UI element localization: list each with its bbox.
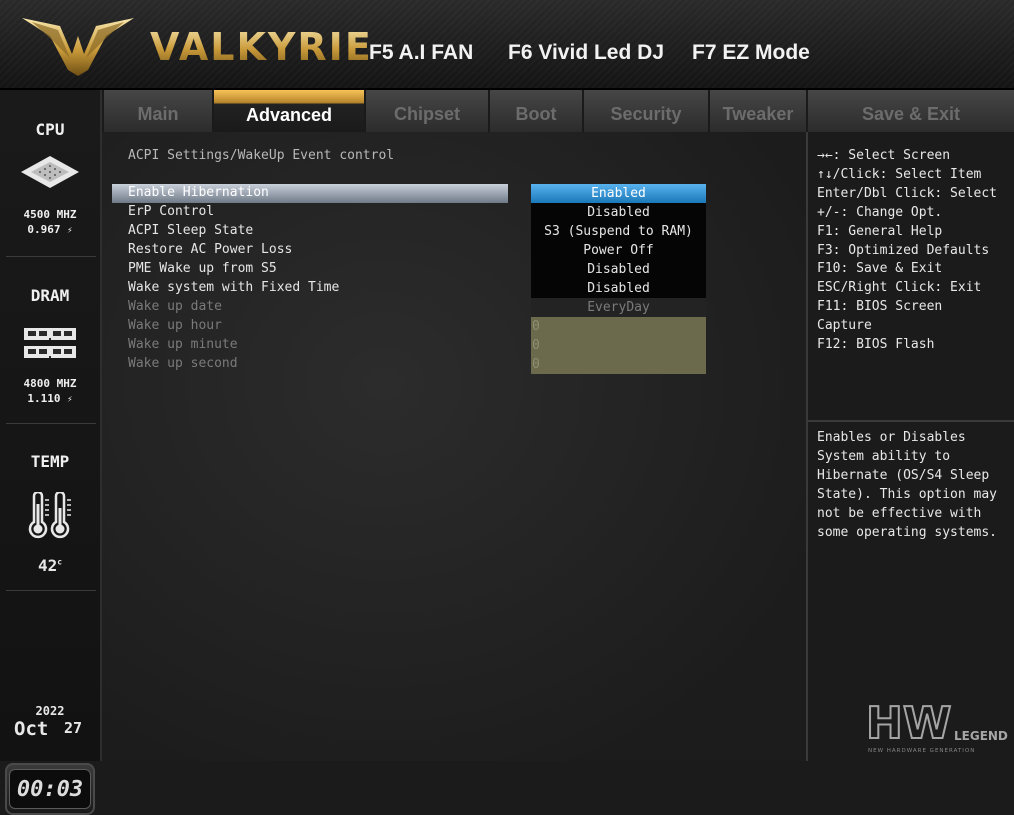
setting-label: Restore AC Power Loss	[128, 242, 293, 257]
dram-voltage-row: 1.110 ⚡	[0, 391, 100, 408]
setting-value-selector[interactable]: Disabled	[531, 260, 706, 279]
setting-row-wake-up-second: Wake up second 0	[112, 355, 808, 374]
tab-main[interactable]: Main	[102, 90, 212, 132]
ai-fan-hotkey[interactable]: F5 A.I FAN	[369, 41, 473, 65]
tab-label: Tweaker	[722, 103, 794, 124]
tab-label: Security	[610, 103, 682, 124]
voltage-bolt-icon: ⚡	[67, 395, 73, 405]
setting-label: PME Wake up from S5	[128, 261, 277, 276]
temperature-value: 42	[37, 556, 58, 575]
watermark-mark: HW	[866, 698, 951, 749]
setting-row-wake-up-hour: Wake up hour 0	[112, 317, 808, 336]
setting-row-restore-ac-power-loss[interactable]: Restore AC Power Loss Power Off	[112, 241, 808, 260]
setting-value-field: 0	[531, 317, 706, 336]
key-help-item: ESC/Right Click: Exit	[817, 280, 982, 296]
setting-value-selector[interactable]: Disabled	[531, 279, 706, 298]
date-day: 27	[64, 719, 83, 737]
cpu-voltage-row: 0.967 ⚡	[0, 222, 100, 239]
key-help-item: Capture	[817, 318, 872, 334]
tab-security[interactable]: Security	[582, 90, 708, 132]
tab-label: Save & Exit	[861, 103, 961, 124]
tab-boot[interactable]: Boot	[488, 90, 582, 132]
key-help-item: +/-: Change Opt.	[817, 204, 943, 220]
setting-label: ErP Control	[128, 204, 215, 219]
temp-title: TEMP	[30, 452, 70, 471]
item-help-description: Enables or Disables System ability to Hi…	[817, 430, 998, 540]
tab-save-exit[interactable]: Save & Exit	[806, 90, 1014, 132]
panel-divider	[6, 590, 96, 591]
key-help-item: F11: BIOS Screen	[817, 299, 943, 315]
setting-value-field: 0	[531, 336, 706, 355]
tab-label: Boot	[515, 103, 557, 124]
dram-title: DRAM	[30, 286, 70, 305]
tab-advanced[interactable]: Advanced	[212, 90, 364, 132]
setting-label: Wake up date	[128, 299, 222, 314]
setting-value-selector[interactable]: Enabled	[531, 184, 706, 203]
panel-divider	[6, 423, 96, 424]
key-help-list: →←: Select Screen ↑↓/Click: Select Item …	[817, 147, 997, 355]
tab-chipset[interactable]: Chipset	[364, 90, 488, 132]
tab-tweaker[interactable]: Tweaker	[708, 90, 806, 132]
ez-mode-hotkey[interactable]: F7 EZ Mode	[692, 41, 810, 65]
thermometer-icon	[28, 492, 71, 539]
setting-row-wake-up-date: Wake up date EveryDay	[112, 298, 808, 317]
setting-value-selector: EveryDay	[531, 298, 706, 317]
voltage-bolt-icon: ⚡	[67, 226, 73, 236]
key-help-item: Enter/Dbl Click: Select	[817, 185, 998, 201]
settings-panel: ACPI Settings/WakeUp Event control Enabl…	[102, 132, 806, 761]
setting-label: Wake up hour	[128, 318, 222, 333]
brand-name: VALKYRIE	[150, 25, 373, 69]
cpu-frequency: 4500 MHZ	[23, 208, 77, 221]
date-year: 2022	[35, 704, 65, 718]
setting-row-enable-hibernation[interactable]: Enable Hibernation Enabled	[112, 184, 808, 203]
key-help-item: →←: Select Screen	[817, 148, 951, 163]
cpu-title: CPU	[35, 120, 65, 139]
tab-label: Chipset	[393, 103, 460, 124]
header-bar: VALKYRIE F5 A.I FAN F6 Vivid Led DJ F7 E…	[0, 0, 1014, 90]
setting-value-field: 0	[531, 355, 706, 374]
tab-label: Advanced	[245, 104, 333, 125]
dram-frequency: 4800 MHZ	[23, 377, 77, 390]
key-help-item: F12: BIOS Flash	[817, 337, 935, 353]
setting-label: Wake up minute	[128, 337, 238, 352]
hwlegend-watermark-logo: HW LEGEND NEW HARDWARE GENERATION	[866, 697, 1008, 754]
date-month: Oct	[14, 718, 49, 740]
dram-module-icon	[24, 328, 76, 358]
key-help-item: ↑↓/Click: Select Item	[817, 166, 982, 182]
key-help-item: F10: Save & Exit	[817, 261, 943, 277]
cpu-chip-icon	[21, 156, 79, 188]
setting-label: Wake system with Fixed Time	[128, 280, 340, 295]
setting-value-selector[interactable]: S3 (Suspend to RAM)	[531, 222, 706, 241]
panel-divider	[6, 256, 96, 257]
vivid-led-dj-hotkey[interactable]: F6 Vivid Led DJ	[508, 41, 664, 65]
help-divider	[808, 420, 1014, 422]
setting-row-wake-fixed-time[interactable]: Wake system with Fixed Time Disabled	[112, 279, 808, 298]
key-help-item: F1: General Help	[817, 223, 943, 239]
clock-time: 00:03	[9, 769, 91, 809]
cpu-voltage: 0.967	[27, 223, 61, 236]
temperature-unit: c	[57, 557, 63, 567]
setting-label: Wake up second	[128, 356, 238, 371]
help-panel: →←: Select Screen ↑↓/Click: Select Item …	[806, 132, 1014, 761]
breadcrumb: ACPI Settings/WakeUp Event control	[128, 148, 395, 163]
setting-row-wake-up-minute: Wake up minute 0	[112, 336, 808, 355]
dram-voltage: 1.110	[27, 392, 61, 405]
setting-value-selector[interactable]: Disabled	[531, 203, 706, 222]
setting-label: Enable Hibernation	[128, 185, 269, 200]
watermark-tagline: NEW HARDWARE GENERATION	[868, 748, 975, 754]
setting-row-acpi-sleep-state[interactable]: ACPI Sleep State S3 (Suspend to RAM)	[112, 222, 808, 241]
clock-display: 00:03	[5, 763, 95, 815]
setting-row-pme-wake-up[interactable]: PME Wake up from S5 Disabled	[112, 260, 808, 279]
setting-value-selector[interactable]: Power Off	[531, 241, 706, 260]
watermark-word: LEGEND	[954, 729, 1008, 743]
key-help-item: F3: Optimized Defaults	[817, 242, 990, 258]
setting-label: ACPI Sleep State	[128, 223, 254, 238]
tab-bar: Main Advanced Chipset Boot Security Twea…	[102, 90, 1014, 132]
system-status-panel: CPU 4500 MHZ 0.967 ⚡ DRAM 4800 MHZ 1.110…	[0, 90, 102, 815]
setting-row-erp-control[interactable]: ErP Control Disabled	[112, 203, 808, 222]
temperature-readout: 42c	[0, 556, 100, 575]
valkyrie-wings-logo	[22, 18, 134, 76]
tab-label: Main	[137, 103, 179, 124]
